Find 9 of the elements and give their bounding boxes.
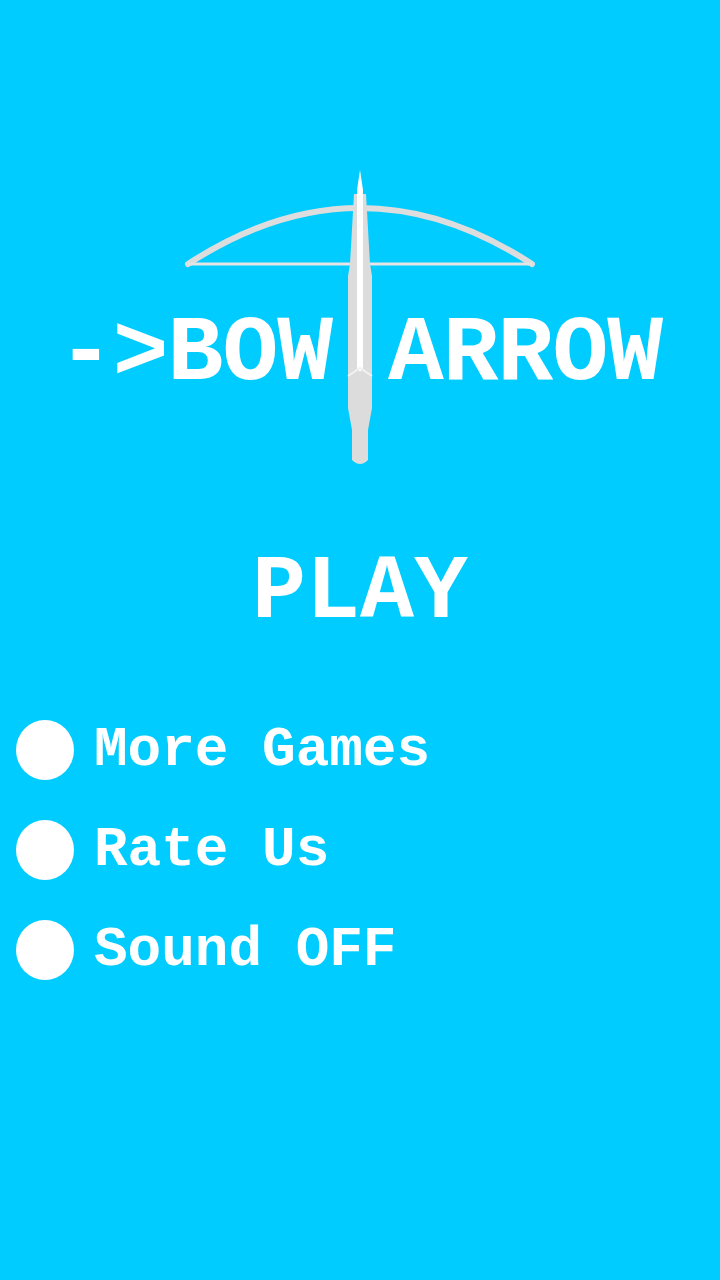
circle-icon: [16, 820, 74, 880]
menu-button[interactable]: Rate Us: [16, 820, 330, 880]
menu-button[interactable]: Sound OFF: [16, 920, 397, 980]
menu-button[interactable]: More Games: [16, 720, 431, 780]
circle-icon: [16, 720, 74, 780]
circle-icon: [16, 920, 74, 980]
logo-text: ARROW: [388, 308, 663, 401]
logo-text: ->BOW: [57, 308, 332, 401]
play-button[interactable]: PLAY: [251, 548, 468, 638]
